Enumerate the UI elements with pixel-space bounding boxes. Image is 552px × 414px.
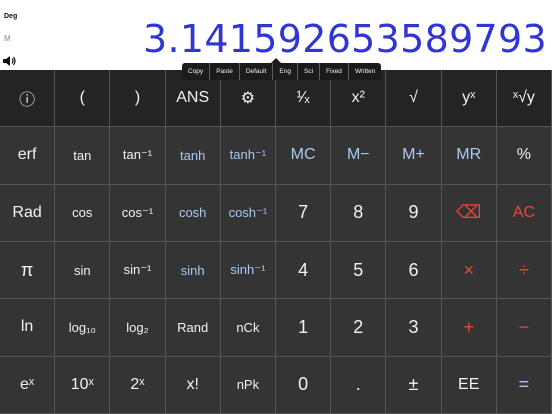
angle-mode-label: Deg xyxy=(4,13,18,20)
exp-button[interactable]: eˣ xyxy=(0,356,56,414)
sin-button[interactable]: sin xyxy=(55,241,111,300)
rad-button[interactable]: Rad xyxy=(0,184,56,242)
memory-minus-button[interactable]: M− xyxy=(331,127,387,185)
npk-button[interactable]: nPk xyxy=(220,356,276,414)
open-paren-button[interactable]: ( xyxy=(55,70,111,128)
memory-clear-button[interactable]: MC xyxy=(276,127,332,185)
two-power-button[interactable]: 2ˣ xyxy=(110,356,166,414)
tanh-button[interactable]: tanh xyxy=(165,127,221,185)
minus-button[interactable]: − xyxy=(496,299,552,357)
arctanh-button[interactable]: tanh⁻¹ xyxy=(220,127,276,185)
rand-button[interactable]: Rand xyxy=(165,299,221,357)
digit-7-button[interactable]: 7 xyxy=(276,184,332,242)
arccos-button[interactable]: cos⁻¹ xyxy=(110,184,166,242)
digit-3-button[interactable]: 3 xyxy=(386,299,442,357)
divide-button[interactable]: ÷ xyxy=(496,241,552,300)
context-menu: Copy Paste Default Eng Sci Fixed Written xyxy=(182,58,382,80)
memory-plus-button[interactable]: M+ xyxy=(386,127,442,185)
cosh-button[interactable]: cosh xyxy=(165,184,221,242)
erf-button[interactable]: erf xyxy=(0,127,56,185)
digit-9-button[interactable]: 9 xyxy=(386,184,442,242)
multiply-button[interactable]: × xyxy=(441,241,497,300)
menu-default[interactable]: Default xyxy=(240,63,274,80)
speaker-icon[interactable] xyxy=(2,55,16,67)
info-button[interactable]: ⓘ xyxy=(0,70,56,128)
digit-2-button[interactable]: 2 xyxy=(331,299,387,357)
all-clear-button[interactable]: AC xyxy=(496,184,552,242)
menu-copy[interactable]: Copy xyxy=(182,63,211,80)
equals-button[interactable]: = xyxy=(496,356,552,414)
digit-0-button[interactable]: 0 xyxy=(276,356,332,414)
nth-root-button[interactable]: ˣ√y xyxy=(496,70,552,128)
digit-1-button[interactable]: 1 xyxy=(276,299,332,357)
memory-recall-button[interactable]: MR xyxy=(441,127,497,185)
memory-indicator: M xyxy=(4,34,11,43)
menu-eng[interactable]: Eng xyxy=(273,63,298,80)
pi-button[interactable]: π xyxy=(0,241,56,300)
percent-button[interactable]: % xyxy=(496,127,552,185)
log2-button[interactable]: log₂ xyxy=(110,299,166,357)
menu-written[interactable]: Written xyxy=(349,63,381,80)
nck-button[interactable]: nCk xyxy=(220,299,276,357)
arctan-button[interactable]: tan⁻¹ xyxy=(110,127,166,185)
digit-8-button[interactable]: 8 xyxy=(331,184,387,242)
close-paren-button[interactable]: ) xyxy=(110,70,166,128)
arcsinh-button[interactable]: sinh⁻¹ xyxy=(220,241,276,300)
digit-5-button[interactable]: 5 xyxy=(331,241,387,300)
menu-sci[interactable]: Sci xyxy=(298,63,321,80)
cos-button[interactable]: cos xyxy=(55,184,111,242)
backspace-button[interactable]: ⌫ xyxy=(441,184,497,242)
sinh-button[interactable]: sinh xyxy=(165,241,221,300)
plus-minus-button[interactable]: ± xyxy=(386,356,442,414)
arccosh-button[interactable]: cosh⁻¹ xyxy=(220,184,276,242)
ten-power-button[interactable]: 10ˣ xyxy=(55,356,111,414)
factorial-button[interactable]: x! xyxy=(165,356,221,414)
ee-button[interactable]: EE xyxy=(441,356,497,414)
tan-button[interactable]: tan xyxy=(55,127,111,185)
keypad: ⓘ ( ) ANS ⚙ ¹⁄ₓ x² √ yˣ ˣ√y erf tan tan⁻… xyxy=(0,70,552,414)
digit-6-button[interactable]: 6 xyxy=(386,241,442,300)
menu-fixed[interactable]: Fixed xyxy=(320,63,349,80)
decimal-point-button[interactable]: . xyxy=(331,356,387,414)
arcsin-button[interactable]: sin⁻¹ xyxy=(110,241,166,300)
plus-button[interactable]: + xyxy=(441,299,497,357)
digit-4-button[interactable]: 4 xyxy=(276,241,332,300)
square-root-button[interactable]: √ xyxy=(386,70,442,128)
log10-button[interactable]: log₁₀ xyxy=(55,299,111,357)
ln-button[interactable]: ln xyxy=(0,299,56,357)
power-button[interactable]: yˣ xyxy=(441,70,497,128)
menu-paste[interactable]: Paste xyxy=(210,63,240,80)
result-display[interactable]: 3.141592653589793 xyxy=(143,17,547,61)
